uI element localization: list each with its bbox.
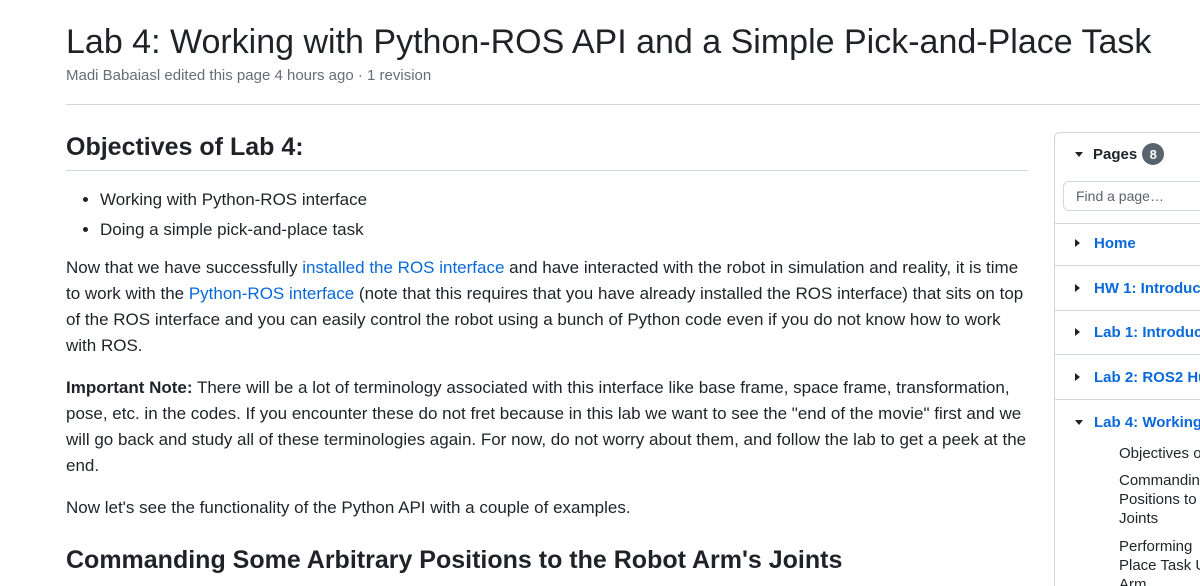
sidebar-item-lab1[interactable]: Lab 1: Introduc — [1075, 321, 1200, 343]
important-note-label: Important Note: — [66, 378, 193, 397]
sidebar-subitem-commanding-positions[interactable]: Commandin Positions to Joints — [1119, 471, 1200, 528]
sidebar-item-label[interactable]: HW 1: Introduc — [1094, 280, 1200, 297]
chevron-down-icon — [1075, 151, 1083, 157]
chevron-right-icon[interactable] — [1075, 284, 1080, 292]
chevron-right-icon[interactable] — [1075, 373, 1080, 381]
sidebar-divider — [1055, 223, 1200, 224]
examples-paragraph: Now let's see the functionality of the P… — [66, 498, 631, 517]
objectives-list: Working with Python-ROS interface Doing … — [66, 185, 1028, 245]
pages-count-badge: 8 — [1142, 143, 1165, 165]
installed-ros-interface-link[interactable]: installed the ROS interface — [302, 258, 504, 277]
sidebar-item-label[interactable]: Lab 2: ROS2 Hu — [1094, 369, 1200, 386]
chevron-down-icon[interactable] — [1075, 419, 1083, 425]
sidebar-item-hw1[interactable]: HW 1: Introduc — [1075, 277, 1200, 299]
pages-label: Pages — [1093, 145, 1138, 163]
sidebar-item-lab2[interactable]: Lab 2: ROS2 Hu — [1075, 366, 1200, 388]
find-page-input[interactable] — [1063, 181, 1200, 211]
intro-paragraph: Now that we have successfully installed … — [66, 255, 1028, 359]
python-ros-interface-link[interactable]: Python-ROS interface — [189, 284, 354, 303]
list-item: Working with Python-ROS interface — [100, 185, 1028, 215]
pages-toggle[interactable]: Pages 8 — [1075, 143, 1165, 165]
commanding-positions-heading: Commanding Some Arbitrary Positions to t… — [66, 546, 843, 574]
header-divider — [66, 104, 1200, 105]
list-item: Doing a simple pick-and-place task — [100, 215, 1028, 245]
page-edit-meta: Madi Babaiasl edited this page 4 hours a… — [66, 67, 432, 84]
sidebar-subitem-pick-and-place[interactable]: Performing Place Task U Arm — [1119, 537, 1200, 586]
wiki-content: Objectives of Lab 4: Working with Python… — [66, 130, 1028, 583]
page-title: Lab 4: Working with Python-ROS API and a… — [66, 23, 1152, 61]
objectives-heading: Objectives of Lab 4: — [66, 130, 1028, 171]
sidebar-divider — [1055, 399, 1200, 400]
sidebar-divider — [1055, 310, 1200, 311]
sidebar-subitem-objectives[interactable]: Objectives o — [1119, 444, 1200, 463]
chevron-right-icon[interactable] — [1075, 328, 1080, 336]
chevron-right-icon[interactable] — [1075, 239, 1080, 247]
sidebar-item-home[interactable]: Home — [1075, 232, 1136, 254]
important-note-paragraph: Important Note: There will be a lot of t… — [66, 375, 1028, 479]
sidebar-item-lab4[interactable]: Lab 4: Working — [1075, 411, 1200, 433]
sidebar-item-label[interactable]: Lab 1: Introduc — [1094, 324, 1200, 341]
sidebar-divider — [1055, 265, 1200, 266]
sidebar-item-label[interactable]: Lab 4: Working — [1094, 414, 1200, 431]
paragraph-text: Now that we have successfully — [66, 258, 303, 277]
wiki-pages-sidebar: Pages 8 Home HW 1: Introduc Lab 1: Intro… — [1054, 132, 1200, 586]
paragraph-text: There will be a lot of terminology assoc… — [66, 378, 1027, 475]
sidebar-item-label[interactable]: Home — [1094, 235, 1136, 252]
sidebar-divider — [1055, 354, 1200, 355]
wiki-page: Lab 4: Working with Python-ROS API and a… — [0, 0, 1200, 586]
